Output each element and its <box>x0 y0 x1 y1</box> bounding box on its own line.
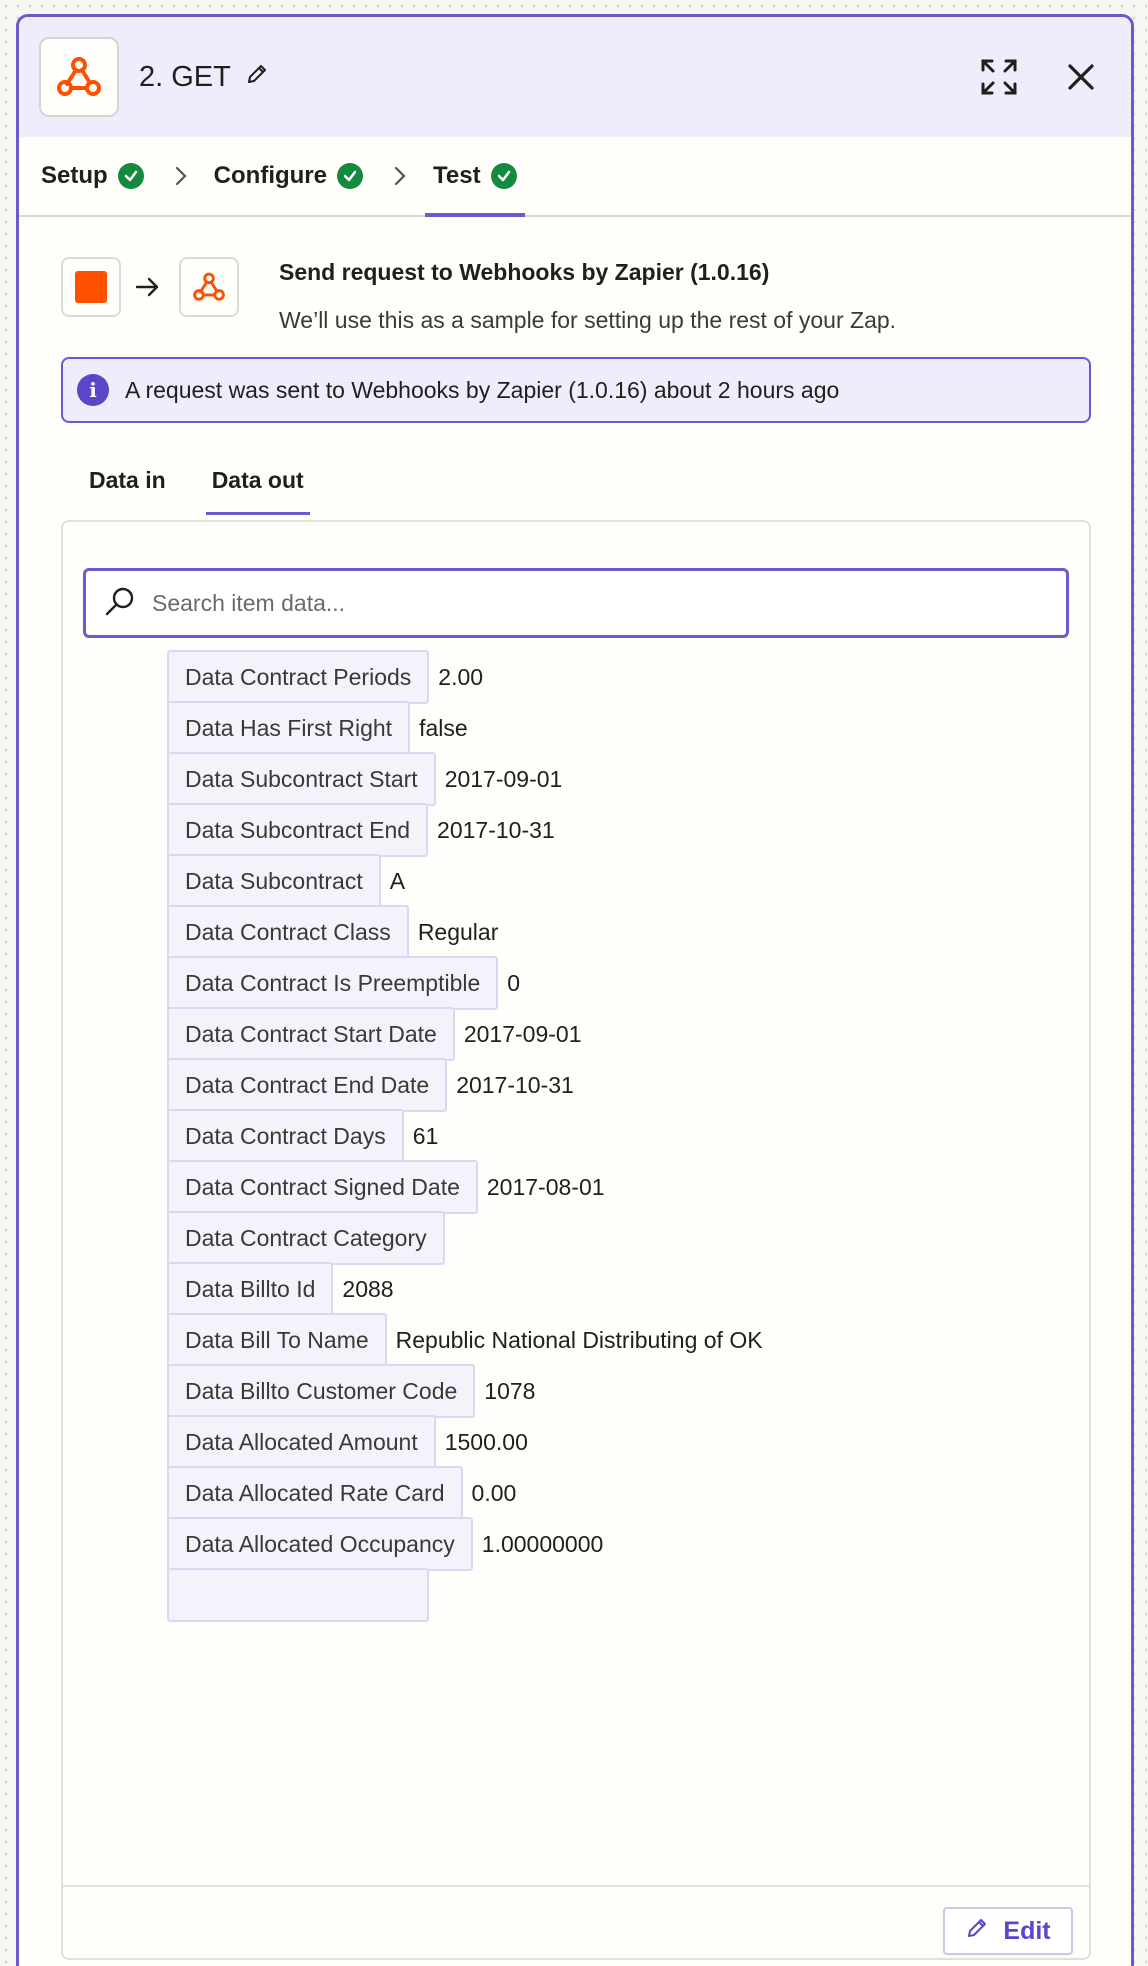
data-key-pill[interactable]: Data Contract Is Preemptible <box>167 956 499 1010</box>
step-tabs: Setup Configure Test <box>19 137 1131 217</box>
expand-icon[interactable] <box>979 57 1019 97</box>
tab-setup[interactable]: Setup <box>41 136 144 216</box>
data-value: Regular <box>417 918 499 945</box>
data-out-panel: Data Contract Periods 2.00 Data Has First … <box>61 520 1091 1960</box>
data-row: Data Allocated Amount 1500.00 <box>167 1415 528 1469</box>
panel-footer: Edit <box>63 1885 1089 1958</box>
data-row: Data Bill To Name Republic National Distr… <box>167 1313 763 1367</box>
search-icon <box>104 585 136 622</box>
search-field[interactable] <box>83 568 1069 638</box>
data-tabs: Data in Data out <box>83 467 310 515</box>
data-row: Data Subcontract End 2017-10-31 <box>167 803 555 857</box>
trigger-app-icon <box>61 257 121 317</box>
data-key-pill[interactable]: Data Bill To Name <box>167 1313 387 1367</box>
check-icon <box>337 163 363 189</box>
tab-data-out[interactable]: Data out <box>205 467 310 515</box>
data-value: 2017-08-01 <box>486 1173 605 1200</box>
data-row-partial <box>167 1568 429 1622</box>
step-header: 2. GET <box>19 17 1131 137</box>
data-list: Data Contract Periods 2.00 Data Has First … <box>167 650 1067 1790</box>
data-key-pill[interactable]: Data Subcontract End <box>167 803 429 857</box>
data-value: 1500.00 <box>444 1428 528 1455</box>
data-value: 2.00 <box>438 663 484 690</box>
pencil-icon[interactable] <box>245 61 269 94</box>
data-row: Data Has First Right false <box>167 701 468 755</box>
data-key-pill[interactable]: Data Allocated Rate Card <box>167 1466 463 1520</box>
data-value: Republic National Distributing of OK <box>395 1326 763 1353</box>
data-row: Data Allocated Occupancy 1.00000000 <box>167 1517 603 1571</box>
step-title[interactable]: 2. GET <box>139 61 269 94</box>
tab-label: Configure <box>213 162 327 189</box>
data-key-pill[interactable]: Data Subcontract <box>167 854 381 908</box>
data-row: Data Subcontract A <box>167 854 405 908</box>
data-key-pill[interactable]: Data Allocated Amount <box>167 1415 436 1469</box>
summary-subtitle: We’ll use this as a sample for setting u… <box>279 307 897 333</box>
tab-label: Setup <box>41 162 108 189</box>
webhook-icon <box>179 257 239 317</box>
data-row: Data Contract Category <box>167 1211 454 1265</box>
test-summary: Send request to Webhooks by Zapier (1.0.… <box>19 217 1131 357</box>
tab-data-in[interactable]: Data in <box>83 467 172 515</box>
data-key-pill[interactable]: Data Contract Signed Date <box>167 1160 478 1214</box>
data-key-pill[interactable]: Data Contract Days <box>167 1109 404 1163</box>
data-row: Data Contract End Date 2017-10-31 <box>167 1058 574 1112</box>
edit-button[interactable]: Edit <box>943 1907 1073 1955</box>
data-key-pill[interactable]: Data Contract Periods <box>167 650 430 704</box>
pencil-icon <box>965 1916 989 1947</box>
data-row: Data Contract Class Regular <box>167 905 498 959</box>
data-value: 1.00000000 <box>481 1530 604 1557</box>
data-row: Data Contract Days 61 <box>167 1109 438 1163</box>
chevron-right-icon <box>393 165 407 187</box>
data-row: Data Contract Is Preemptible 0 <box>167 956 520 1010</box>
data-row: Data Subcontract Start 2017-09-01 <box>167 752 562 806</box>
data-row: Data Contract Signed Date 2017-08-01 <box>167 1160 605 1214</box>
data-key-pill[interactable]: Data Allocated Occupancy <box>167 1517 473 1571</box>
data-value: 2017-10-31 <box>437 816 555 843</box>
data-row: Data Allocated Rate Card 0.00 <box>167 1466 516 1520</box>
data-key-pill[interactable]: Data Billto Id <box>167 1262 334 1316</box>
data-key-pill[interactable]: Data Contract Class <box>167 905 409 959</box>
data-value: A <box>389 867 406 894</box>
info-icon: i <box>77 374 109 406</box>
step-title-text: 2. GET <box>139 60 231 93</box>
data-key-pill[interactable]: Data Contract End Date <box>167 1058 448 1112</box>
data-value: 2017-10-31 <box>456 1071 574 1098</box>
info-text: A request was sent to Webhooks by Zapier… <box>125 376 840 403</box>
data-value: 1078 <box>484 1377 536 1404</box>
data-row: Data Billto Customer Code 1078 <box>167 1364 535 1418</box>
summary-title: Send request to Webhooks by Zapier (1.0.… <box>279 259 770 285</box>
data-row: Data Contract Start Date 2017-09-01 <box>167 1007 582 1061</box>
arrow-right-icon <box>135 275 161 304</box>
data-key-pill[interactable] <box>167 1568 429 1622</box>
check-icon <box>117 163 144 189</box>
data-value: 2017-09-01 <box>463 1020 582 1047</box>
data-row: Data Billto Id 2088 <box>167 1262 394 1316</box>
info-banner: i A request was sent to Webhooks by Zapi… <box>61 357 1091 423</box>
data-value: 0.00 <box>471 1479 517 1506</box>
chevron-right-icon <box>174 165 188 187</box>
data-value: 61 <box>412 1122 439 1149</box>
data-key-pill[interactable]: Data Billto Customer Code <box>167 1364 476 1418</box>
tab-test[interactable]: Test <box>425 136 525 217</box>
data-row: Data Contract Periods 2.00 <box>167 650 483 704</box>
search-input[interactable] <box>152 589 1052 617</box>
data-value: false <box>419 714 468 741</box>
data-key-pill[interactable]: Data Has First Right <box>167 701 411 755</box>
tab-label: Test <box>433 162 481 189</box>
data-key-pill[interactable]: Data Subcontract Start <box>167 752 436 806</box>
data-key-pill[interactable]: Data Contract Start Date <box>167 1007 455 1061</box>
data-key-pill[interactable]: Data Contract Category <box>167 1211 445 1265</box>
data-value: 2088 <box>342 1275 394 1302</box>
webhook-icon[interactable] <box>39 37 119 117</box>
check-icon <box>490 163 517 189</box>
data-value: 2017-09-01 <box>444 765 563 792</box>
close-icon[interactable] <box>1061 57 1101 97</box>
edit-label: Edit <box>1003 1916 1051 1945</box>
step-panel: 2. GET Setup Configure Test Send request… <box>16 14 1134 1966</box>
data-value: 0 <box>507 969 521 996</box>
tab-configure[interactable]: Configure <box>214 136 363 216</box>
